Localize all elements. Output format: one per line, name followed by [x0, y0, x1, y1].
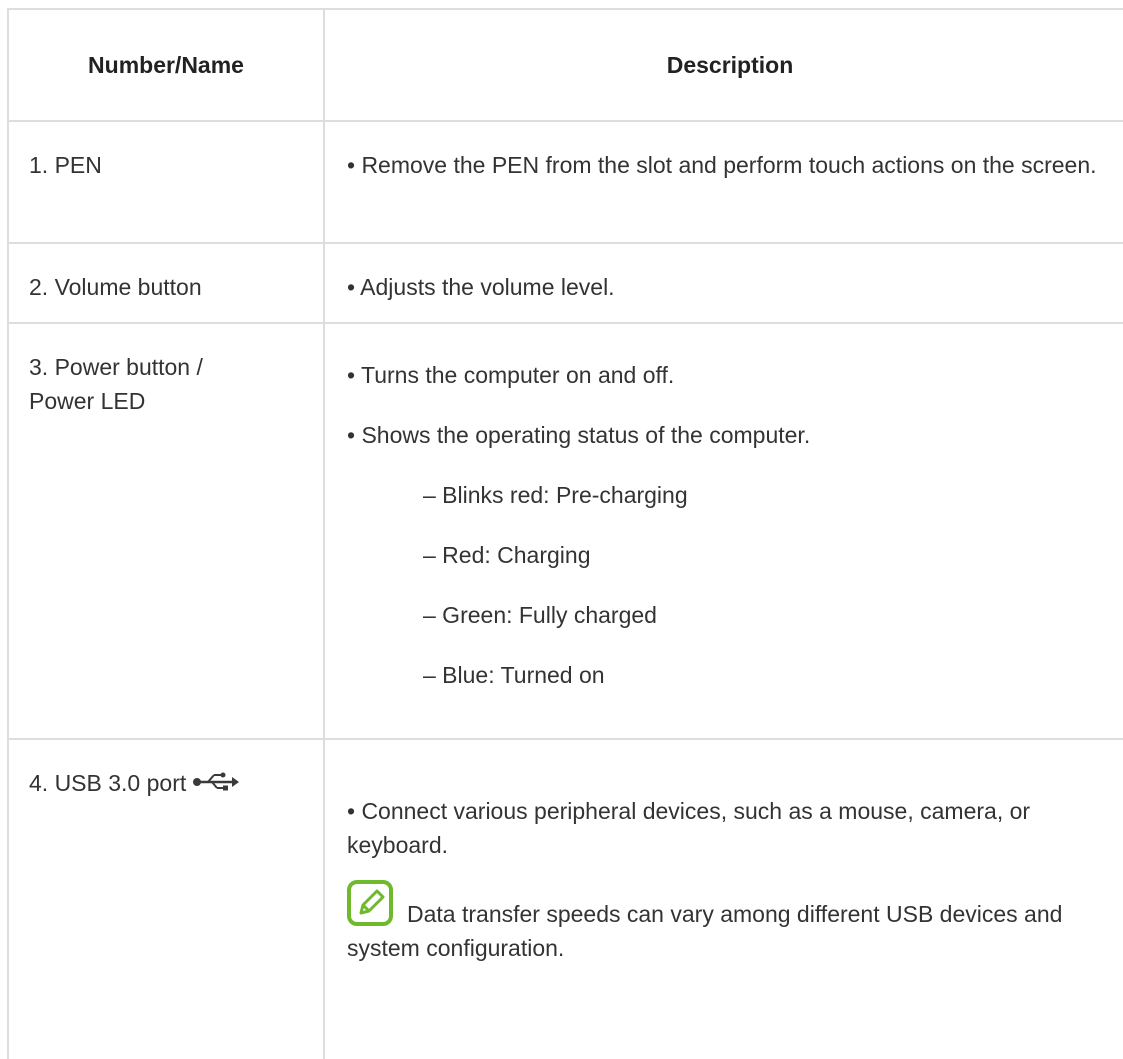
- row-name-power: 3. Power button / Power LED: [7, 322, 325, 740]
- header-number-name: Number/Name: [7, 8, 325, 122]
- table-row: 2. Volume button • Adjusts the volume le…: [7, 242, 1123, 324]
- power-name-line1: 3. Power button /: [29, 354, 203, 380]
- power-bullet-status: • Shows the operating status of the comp…: [347, 422, 811, 448]
- led-status-green: – Green: Fully charged: [423, 602, 657, 628]
- spec-table: Number/Name Description 1. PEN • Remove …: [7, 8, 1123, 1059]
- row-description-pen: • Remove the PEN from the slot and perfo…: [323, 120, 1123, 244]
- power-bullet-on-off: • Turns the computer on and off.: [347, 362, 675, 388]
- header-description: Description: [323, 8, 1123, 122]
- usb-note-text: Data transfer speeds can vary among diff…: [347, 901, 1063, 961]
- row-name-pen: 1. PEN: [7, 120, 325, 244]
- usb-description: • Connect various peripheral devices, su…: [347, 798, 1031, 858]
- power-name-line2: Power LED: [29, 388, 146, 414]
- row-name-usb: 4. USB 3.0 port: [7, 738, 325, 1059]
- row-description-power: • Turns the computer on and off. • Shows…: [323, 322, 1123, 740]
- led-status-blue: – Blue: Turned on: [423, 662, 605, 688]
- note-pencil-icon: [347, 880, 393, 926]
- table-row: 3. Power button / Power LED • Turns the …: [7, 322, 1123, 740]
- row-description-usb: • Connect various peripheral devices, su…: [323, 738, 1123, 1059]
- table-header-row: Number/Name Description: [7, 8, 1123, 122]
- table-row: 1. PEN • Remove the PEN from the slot an…: [7, 120, 1123, 244]
- led-status-blinks-red: – Blinks red: Pre-charging: [423, 482, 688, 508]
- led-status-red: – Red: Charging: [423, 542, 591, 568]
- usb-port-label: 4. USB 3.0 port: [29, 770, 187, 796]
- row-name-volume: 2. Volume button: [7, 242, 325, 324]
- usb-icon: [192, 768, 240, 791]
- table-row: 4. USB 3.0 port • Connect various periph…: [7, 738, 1123, 1059]
- row-description-volume: • Adjusts the volume level.: [323, 242, 1123, 324]
- usb-note: Data transfer speeds can vary among diff…: [347, 880, 1115, 965]
